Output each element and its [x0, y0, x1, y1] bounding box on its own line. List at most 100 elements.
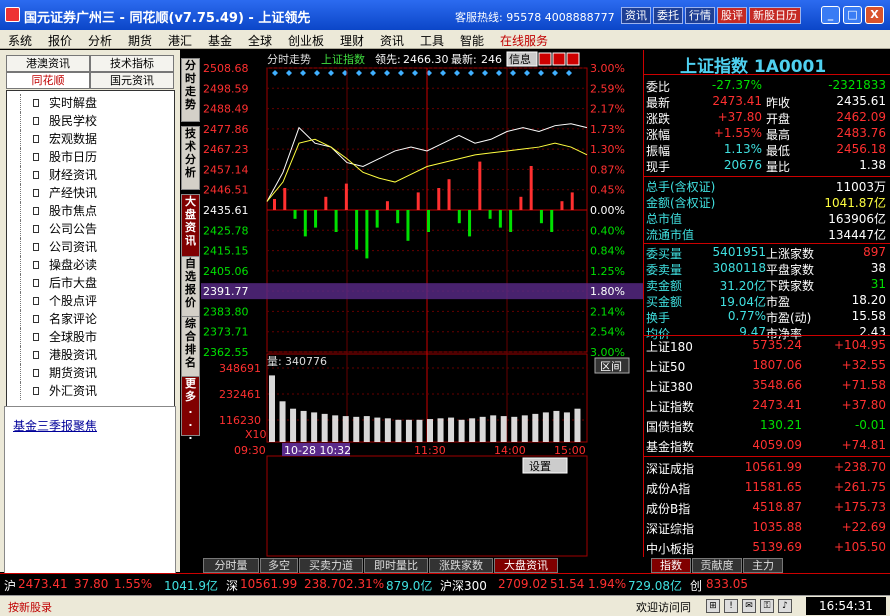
news-item[interactable]: 实时解盘	[7, 94, 174, 112]
news-item-label: 股民学校	[49, 114, 98, 128]
menu-hk-fx[interactable]: 港汇	[168, 32, 192, 49]
zoom-icon[interactable]	[552, 52, 566, 66]
volume-bar	[384, 418, 391, 442]
zoom-icon[interactable]	[566, 52, 580, 66]
volume-bar	[500, 416, 507, 442]
tab-tonghuashun[interactable]: 同花顺	[6, 72, 90, 89]
news-item[interactable]: 外汇资讯	[7, 382, 174, 400]
menu-global[interactable]: 全球	[248, 32, 272, 49]
rtab-main-force[interactable]: 主力	[743, 558, 783, 573]
vtab-market-news[interactable]: 大盘资讯	[181, 194, 200, 258]
divider	[644, 74, 890, 75]
ticker-sh-value: 2473.41	[18, 577, 68, 591]
quote-value: 2473.41	[712, 94, 762, 108]
alert-icon[interactable]: !	[724, 599, 738, 613]
index-name: 深证成指	[646, 462, 695, 476]
tab-guoyuan-news[interactable]: 国元资讯	[90, 72, 174, 89]
vtab-timeshare[interactable]: 分时走势	[181, 58, 200, 122]
quote-value: +37.80	[717, 110, 762, 124]
menu-funds[interactable]: 基金	[208, 32, 232, 49]
menu-gem[interactable]: 创业板	[288, 32, 324, 49]
tab-tech-indicators[interactable]: 技术指标	[90, 55, 174, 72]
market-ticker: 沪 2473.41 37.80 1.55% 1041.9亿 深 10561.99…	[0, 573, 890, 595]
news-item[interactable]: 个股点评	[7, 292, 174, 310]
btab-advance-decline[interactable]: 涨跌家数	[429, 558, 493, 573]
news-item[interactable]: 操盘必读	[7, 256, 174, 274]
menu-analysis[interactable]: 分析	[88, 32, 112, 49]
news-item-label: 股市日历	[49, 150, 98, 164]
document-icon	[33, 315, 39, 323]
quote-label: 委买量	[646, 247, 683, 261]
lock-icon[interactable]: ⚿	[760, 599, 774, 613]
menu-smart[interactable]: 智能	[460, 32, 484, 49]
ticker-hs-amount: 729.08亿	[628, 579, 682, 593]
btab-buysell-force[interactable]: 买卖力道	[299, 558, 363, 573]
divider	[644, 176, 890, 177]
news-item[interactable]: 股市焦点	[7, 202, 174, 220]
news-item[interactable]: 期货资讯	[7, 364, 174, 382]
pct-tick: 2.17%	[590, 103, 625, 116]
vertical-tabs: 分时走势 技术分析 大盘资讯 自选报价 综合排名 更多...	[180, 50, 201, 450]
quote-button[interactable]: 行情	[685, 7, 715, 24]
news-item[interactable]: 宏观数据	[7, 130, 174, 148]
menu-system[interactable]: 系统	[8, 32, 32, 49]
vtab-more[interactable]: 更多...	[181, 376, 200, 442]
vtab-ranking[interactable]: 综合排名	[181, 316, 200, 378]
news-item[interactable]: 后市大盘	[7, 274, 174, 292]
menu-wealth[interactable]: 理财	[340, 32, 364, 49]
news-item[interactable]: 公司公告	[7, 220, 174, 238]
tab-hk-macau-news[interactable]: 港澳资讯	[6, 55, 90, 72]
rtab-contribution[interactable]: 贡献度	[692, 558, 742, 573]
volume-value: 340776	[285, 355, 327, 368]
message-icon[interactable]: ✉	[742, 599, 756, 613]
menu-tools[interactable]: 工具	[420, 32, 444, 49]
price-tick: 2457.14	[203, 163, 249, 176]
document-icon	[33, 153, 39, 161]
stock-review-button[interactable]: 股评	[717, 7, 747, 24]
rtab-index[interactable]: 指数	[651, 558, 691, 573]
volume-bar	[269, 375, 275, 442]
news-item[interactable]: 名家评论	[7, 310, 174, 328]
news-item[interactable]: 全球股市	[7, 328, 174, 346]
volume-bar	[311, 412, 318, 442]
news-item[interactable]: 股市日历	[7, 148, 174, 166]
menu-news[interactable]: 资讯	[380, 32, 404, 49]
news-button[interactable]: 资讯	[621, 7, 651, 24]
maximize-button[interactable]: □	[843, 6, 862, 24]
menu-online-service[interactable]: 在线服务	[500, 32, 548, 49]
ipo-calendar-button[interactable]: 新股日历	[749, 7, 801, 24]
fund-report-link[interactable]: 基金三季报聚焦	[13, 417, 97, 434]
menu-quotes[interactable]: 报价	[48, 32, 72, 49]
timeshare-chart[interactable]: 分时走势 上证指数 领先: 2466.30 最新: 246 信息 2508.68 3.00% 24…	[201, 50, 643, 557]
sound-icon[interactable]: ♪	[778, 599, 792, 613]
index-name: 上证180	[646, 340, 693, 354]
menu-futures[interactable]: 期货	[128, 32, 152, 49]
news-item[interactable]: 港股资讯	[7, 346, 174, 364]
news-item[interactable]: 股民学校	[7, 112, 174, 130]
minimize-button[interactable]: _	[821, 6, 840, 24]
index-value: 3548.66	[752, 378, 802, 392]
document-icon	[33, 243, 39, 251]
welcome-text: 欢迎访问同	[636, 601, 691, 614]
document-icon	[33, 369, 39, 377]
index-value: 10561.99	[744, 460, 802, 474]
network-icon[interactable]: ⊞	[706, 599, 720, 613]
news-item[interactable]: 财经资讯	[7, 166, 174, 184]
vtab-watchlist[interactable]: 自选报价	[181, 256, 200, 318]
quote-label: 换手	[646, 311, 671, 325]
net-bar	[468, 210, 472, 237]
ticker-hs-label: 沪深300	[440, 579, 487, 593]
btab-longshort[interactable]: 多空	[260, 558, 298, 573]
time-tick: 11:30	[414, 444, 446, 457]
btab-volume[interactable]: 分时量	[203, 558, 259, 573]
order-button[interactable]: 委托	[653, 7, 683, 24]
news-item[interactable]: 产经快讯	[7, 184, 174, 202]
btab-volume-ratio[interactable]: 即时量比	[364, 558, 428, 573]
zoom-icon[interactable]	[538, 52, 552, 66]
news-item[interactable]: 公司资讯	[7, 238, 174, 256]
close-button[interactable]: X	[865, 6, 884, 24]
vtab-technical[interactable]: 技术分析	[181, 126, 200, 190]
quote-label: 涨跌	[646, 112, 671, 126]
btab-market-news[interactable]: 大盘资讯	[494, 558, 558, 573]
tree-line	[20, 346, 21, 364]
